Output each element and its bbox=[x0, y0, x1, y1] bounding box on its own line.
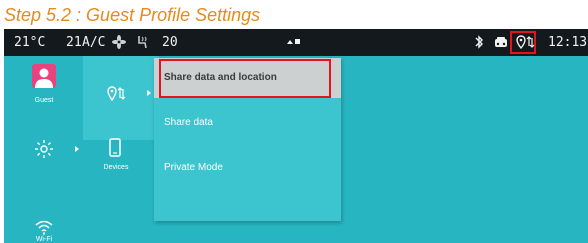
temperature-left[interactable]: 21°C bbox=[14, 29, 45, 56]
car-display: 21°C 21 A/C 20 12:13 Guest Devices Wi-Fi… bbox=[4, 29, 588, 243]
menu-item-highlight bbox=[159, 59, 331, 98]
bluetooth-icon[interactable] bbox=[471, 34, 487, 50]
seat-airflow-icon[interactable] bbox=[134, 34, 150, 50]
menu-item-private-mode[interactable]: Private Mode bbox=[154, 148, 341, 188]
fan-speed[interactable]: 21 bbox=[66, 29, 82, 56]
location-sharing-icon bbox=[107, 86, 126, 102]
user-icon bbox=[35, 68, 53, 88]
location-icon-highlight bbox=[510, 31, 536, 54]
fan-icon[interactable] bbox=[111, 34, 127, 50]
phone-device-icon[interactable] bbox=[108, 138, 122, 158]
wifi-label: Wi-Fi bbox=[35, 236, 53, 243]
page-indicator bbox=[287, 39, 300, 44]
temperature-right[interactable]: 20 bbox=[162, 29, 178, 56]
car-connect-icon[interactable] bbox=[493, 34, 509, 50]
clock: 12:13 bbox=[548, 35, 588, 50]
brightness-icon[interactable] bbox=[34, 139, 54, 159]
chevron-right-icon bbox=[147, 90, 151, 96]
chevron-right-icon bbox=[75, 146, 79, 152]
guest-label: Guest bbox=[34, 97, 54, 104]
guest-avatar[interactable] bbox=[32, 64, 56, 88]
ac-label[interactable]: A/C bbox=[82, 29, 105, 56]
status-bar: 21°C 21 A/C 20 12:13 bbox=[4, 29, 588, 56]
location-settings-tile[interactable] bbox=[83, 56, 159, 140]
settings-panel: Guest Devices Wi-Fi Share data and locat… bbox=[4, 56, 588, 243]
wifi-icon[interactable] bbox=[34, 219, 54, 235]
devices-label: Devices bbox=[103, 164, 129, 171]
menu-item-share-data[interactable]: Share data bbox=[154, 103, 341, 143]
step-title: Step 5.2 : Guest Profile Settings bbox=[4, 5, 261, 25]
